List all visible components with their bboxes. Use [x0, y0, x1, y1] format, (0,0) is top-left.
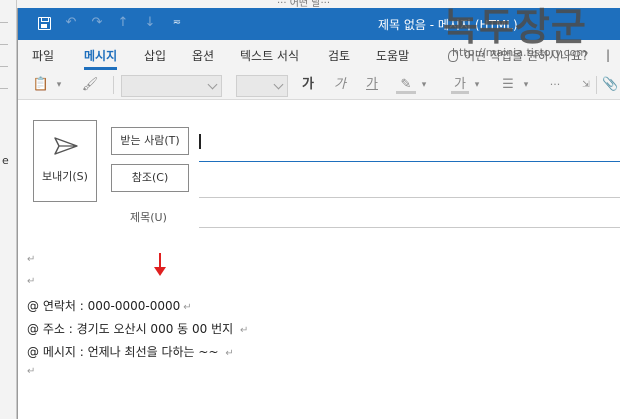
background-text: e — [2, 154, 9, 167]
watermark-logo: 녹두장군 — [443, 5, 587, 49]
ribbon-commands: 📋 ▾ 🖌 가 가 가 ✎ ▾ 가 ▾ ☰ ▾ ··· ⇲ 📎 — [18, 70, 620, 100]
cc-field[interactable] — [199, 197, 620, 198]
underline-button[interactable]: 가 — [364, 76, 380, 94]
paragraph-mark: ↵ — [27, 254, 36, 265]
tab-file[interactable]: 파일 — [32, 47, 54, 64]
message-header: 보내기(S) 받는 사람(T) 참조(C) 제목(U) — [18, 100, 620, 228]
paragraph-mark: ↵ — [240, 325, 249, 336]
tab-options[interactable]: 옵션 — [192, 47, 214, 64]
tab-review[interactable]: 검토 — [328, 47, 350, 64]
to-field[interactable] — [199, 161, 620, 162]
font-size-combo[interactable] — [236, 75, 288, 97]
paragraph-mark: ↵ — [183, 302, 192, 313]
next-item-icon[interactable]: ↓ — [141, 14, 159, 32]
format-painter-icon[interactable]: 🖌 — [80, 76, 100, 94]
body-line: @ 메시지 : 언제나 최선을 다하는 ~~ ↵ — [27, 343, 234, 360]
background-window-edge: e — [0, 0, 17, 419]
cc-button[interactable]: 참조(C) — [111, 164, 189, 192]
more-icon[interactable]: ··· — [548, 76, 562, 94]
tab-message[interactable]: 메시지 — [84, 47, 118, 70]
message-body[interactable]: ↵ ↵ @ 연락처 : 000-0000-0000 ↵ @ 주소 : 경기도 오산… — [18, 228, 620, 419]
italic-button[interactable]: 가 — [332, 76, 348, 94]
save-icon[interactable] — [38, 17, 51, 30]
send-button[interactable]: 보내기(S) — [33, 120, 97, 202]
paragraph-mark: ↵ — [225, 348, 234, 359]
paste-icon[interactable]: 📋 — [30, 76, 52, 94]
subject-label: 제목(U) — [130, 211, 167, 224]
tab-help[interactable]: 도움말 — [376, 47, 409, 64]
previous-item-icon[interactable]: ↑ — [114, 14, 132, 32]
red-arrow-annotation — [154, 253, 166, 276]
bold-button[interactable]: 가 — [300, 76, 316, 94]
font-name-combo[interactable] — [121, 75, 222, 97]
undo-icon[interactable]: ↶ — [62, 14, 80, 32]
paragraph-mark: ↵ — [27, 366, 36, 377]
send-icon — [54, 137, 78, 155]
paste-dropdown-icon[interactable]: ▾ — [54, 76, 64, 94]
text-cursor — [199, 134, 201, 149]
tab-format-text[interactable]: 텍스트 서식 — [240, 47, 299, 64]
highlight-dropdown-icon[interactable]: ▾ — [419, 76, 429, 94]
body-line: @ 주소 : 경기도 오산시 000 동 00 번지 ↵ — [27, 320, 248, 337]
address-line: @ 주소 : 경기도 오산시 000 동 00 번지 — [27, 322, 237, 336]
redo-icon[interactable]: ↷ — [88, 14, 106, 32]
watermark: 녹두장군 http://mainia.tistory.com — [420, 0, 620, 72]
to-button[interactable]: 받는 사람(T) — [111, 127, 189, 155]
font-color-dropdown-icon[interactable]: ▾ — [472, 76, 482, 94]
paragraph-mark: ↵ — [27, 276, 36, 287]
highlight-icon[interactable]: ✎ — [396, 76, 416, 94]
dialog-launcher-icon[interactable]: ⇲ — [580, 76, 592, 94]
tab-insert[interactable]: 삽입 — [144, 47, 166, 64]
contact-line: @ 연락처 : 000-0000-0000 — [27, 299, 181, 313]
message-line: @ 메시지 : 언제나 최선을 다하는 ~~ — [27, 345, 223, 359]
body-line: @ 연락처 : 000-0000-0000 ↵ — [27, 297, 192, 314]
bullets-dropdown-icon[interactable]: ▾ — [521, 76, 531, 94]
attach-file-icon[interactable]: 📎 — [602, 76, 618, 94]
send-label: 보내기(S) — [42, 170, 88, 183]
watermark-url: http://mainia.tistory.com — [452, 46, 588, 59]
customize-toolbar-icon[interactable]: ≂ — [168, 14, 186, 32]
font-color-button[interactable]: 가 — [451, 76, 469, 94]
bullets-icon[interactable]: ☰ — [498, 76, 518, 94]
